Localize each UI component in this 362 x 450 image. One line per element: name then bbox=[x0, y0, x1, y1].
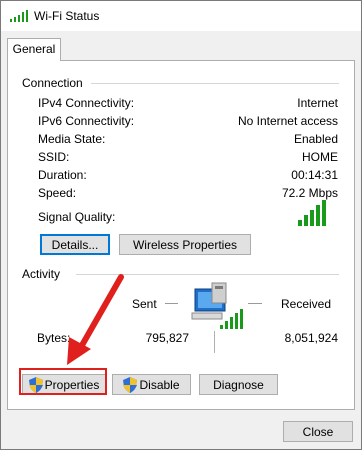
activity-heading: Activity bbox=[22, 267, 61, 281]
signal-quality-label: Signal Quality: bbox=[38, 210, 116, 224]
disable-button[interactable]: Disable bbox=[112, 374, 191, 395]
ipv4-label: IPv4 Connectivity: bbox=[38, 96, 135, 110]
ipv6-value: No Internet access bbox=[237, 114, 338, 128]
media-state-value: Enabled bbox=[293, 132, 338, 146]
details-button[interactable]: Details... bbox=[40, 234, 110, 255]
annotation-arrow bbox=[67, 274, 124, 365]
sent-label: Sent bbox=[132, 297, 157, 311]
wireless-properties-button[interactable]: Wireless Properties bbox=[119, 234, 251, 255]
wifi-status-window: Wi-Fi Status General Connection IPv4 Con… bbox=[0, 0, 362, 450]
received-label: Received bbox=[281, 297, 332, 311]
bytes-divider bbox=[214, 331, 215, 353]
diagnose-button[interactable]: Diagnose bbox=[199, 374, 278, 395]
tab-general[interactable]: General bbox=[7, 38, 61, 61]
network-computer-icon bbox=[191, 282, 243, 329]
received-line bbox=[248, 303, 262, 304]
annotation-highlight-box bbox=[19, 368, 107, 395]
signal-quality-icon bbox=[298, 200, 326, 226]
disable-label: Disable bbox=[139, 377, 180, 392]
window-title: Wi-Fi Status bbox=[34, 9, 100, 23]
speed-label: Speed: bbox=[38, 186, 77, 200]
duration-label: Duration: bbox=[38, 168, 87, 182]
ipv4-value: Internet bbox=[297, 96, 338, 110]
media-state-label: Media State: bbox=[38, 132, 106, 146]
connection-divider bbox=[91, 83, 339, 84]
speed-value: 72.2 Mbps bbox=[281, 186, 338, 200]
close-button[interactable]: Close bbox=[283, 421, 353, 442]
title-bar[interactable]: Wi-Fi Status bbox=[1, 1, 361, 31]
bytes-received-value: 8,051,924 bbox=[284, 331, 338, 345]
uac-shield-icon bbox=[123, 376, 138, 393]
sent-line bbox=[165, 303, 178, 304]
signal-bars-icon bbox=[10, 10, 28, 22]
duration-value: 00:14:31 bbox=[291, 168, 338, 182]
connection-heading: Connection bbox=[22, 76, 83, 90]
ipv6-label: IPv6 Connectivity: bbox=[38, 114, 135, 128]
ssid-value: HOME bbox=[302, 150, 338, 164]
ssid-label: SSID: bbox=[38, 150, 70, 164]
bytes-sent-value: 795,827 bbox=[145, 331, 189, 345]
general-panel: Connection IPv4 Connectivity: Internet I… bbox=[7, 60, 355, 410]
